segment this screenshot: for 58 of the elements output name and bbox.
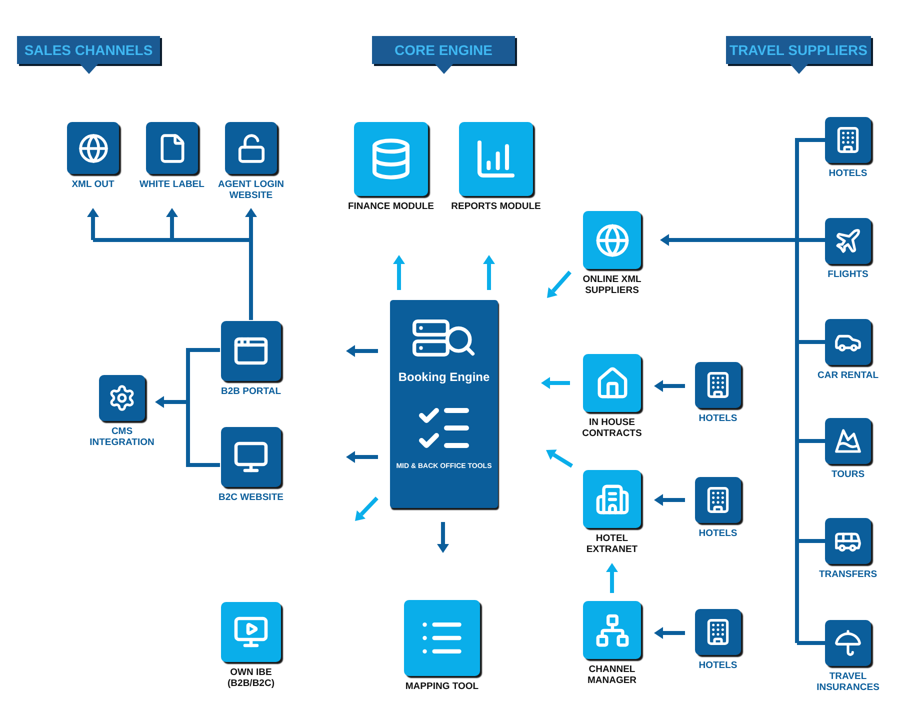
gear-icon <box>108 384 136 412</box>
section-banner: TRAVEL SUPPLIERS <box>726 36 871 64</box>
node-label: CAR RENTAL <box>817 370 879 381</box>
node-label: HOTELS <box>698 413 738 424</box>
banner-pointer <box>790 64 808 74</box>
node-label: HOTELS <box>828 168 868 179</box>
arrow <box>355 496 378 521</box>
monitor-icon <box>233 439 269 475</box>
banner-pointer <box>80 64 98 74</box>
arrow <box>541 377 570 389</box>
arrow <box>547 270 572 298</box>
node-label: TRANSFERS <box>818 569 878 580</box>
padlock-icon <box>236 132 266 164</box>
umbrella-icon <box>834 629 862 657</box>
node-label: ONLINE XML SUPPLIERS <box>582 274 642 296</box>
node-label: IN HOUSE CONTRACTS <box>582 417 642 439</box>
monitor-icon <box>233 614 269 650</box>
arrow <box>393 255 405 290</box>
node-label: HOTELS <box>698 528 738 539</box>
banner-pointer <box>434 64 452 74</box>
arrow <box>166 208 178 240</box>
search-icon <box>443 324 477 358</box>
booking-engine-title: Booking Engine <box>398 369 490 386</box>
node-label: WHITE LABEL <box>140 179 204 190</box>
node-label: REPORTS MODULE <box>451 201 541 212</box>
globe-icon <box>594 222 630 258</box>
airplane-icon <box>834 227 862 255</box>
node-label: OWN IBE (B2B/B2C) <box>228 667 274 689</box>
arrow <box>654 494 685 506</box>
node-label: TOURS <box>831 469 865 480</box>
arrow <box>483 255 495 290</box>
node-label: XML OUT <box>72 179 114 190</box>
server-icon <box>411 318 451 358</box>
arrow <box>437 522 449 553</box>
arrow <box>346 451 378 463</box>
node-label: HOTEL EXTRANET <box>586 533 638 555</box>
arrow <box>606 563 618 593</box>
arrow <box>87 208 99 240</box>
node-label: CHANNEL MANAGER <box>587 664 637 686</box>
section-banner: CORE ENGINE <box>372 36 515 64</box>
arrow <box>346 345 378 357</box>
section-banner: SALES CHANNELS <box>17 36 160 64</box>
arrow <box>546 450 574 468</box>
node-label: FINANCE MODULE <box>348 201 434 212</box>
arrow <box>654 380 685 392</box>
node-label: CMS INTEGRATION <box>90 426 154 448</box>
node-label: B2B PORTAL <box>221 386 281 397</box>
mountain-icon <box>834 427 862 455</box>
node-label: FLIGHTS <box>828 269 868 280</box>
arrow <box>155 396 188 408</box>
network-icon <box>594 612 630 648</box>
arrow <box>654 627 685 639</box>
node-label: TRAVEL INSURANCES <box>816 671 880 693</box>
globe-icon <box>78 132 108 164</box>
node-label: B2C WEBSITE <box>218 492 284 503</box>
node-label: HOTELS <box>698 660 738 671</box>
node-label: AGENT LOGIN WEBSITE <box>218 179 284 201</box>
node-label: MAPPING TOOL <box>405 681 479 692</box>
